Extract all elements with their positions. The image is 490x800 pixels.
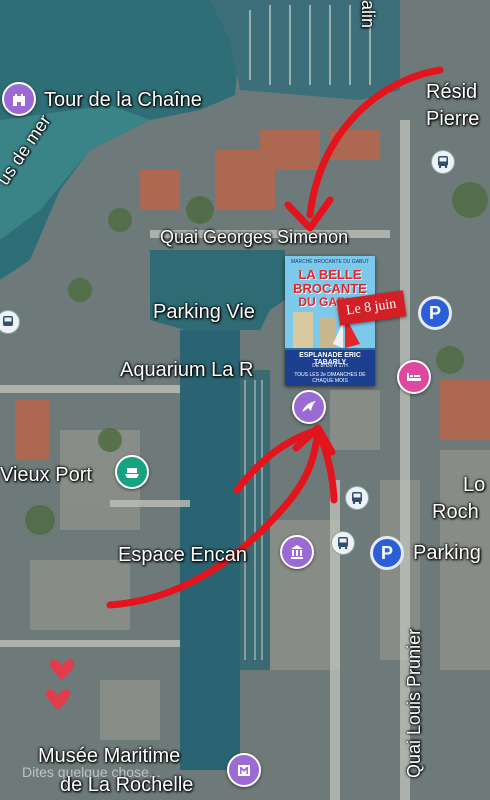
parking-icon: P [380, 542, 393, 563]
bottom-arrow-stroke-2 [233, 425, 338, 504]
parking-marker-partial[interactable]: P [418, 296, 452, 330]
label-parking-vieux: Parking Vie [153, 301, 255, 323]
bus-icon [338, 537, 348, 549]
poster-small-top: MARCHÉ BROCANTE DU GABUT [290, 259, 370, 265]
label-tour-de-la-chaine: Tour de la Chaîne [44, 89, 202, 111]
label-quai-georges-simenon: Quai Georges Simenon [160, 227, 349, 247]
label-vieux-port: Vieux Port [0, 464, 92, 486]
bus-stop-1[interactable] [431, 150, 455, 174]
poster-line1: LA BELLE [298, 267, 362, 282]
label-top-street: alin [358, 0, 378, 29]
poster-when: DE 8H30 À 17H [312, 363, 348, 369]
museum-icon [238, 765, 250, 776]
bus-stop-3[interactable] [345, 486, 369, 510]
hotel-bed-icon [407, 373, 421, 381]
poi-tour-de-la-chaine[interactable] [2, 82, 36, 116]
label-parking-right: Parking [413, 542, 481, 564]
poi-vieux-port[interactable] [115, 455, 149, 489]
label-lo-2: Roch [432, 501, 479, 523]
bus-stop-4[interactable] [331, 531, 355, 555]
castle-icon [13, 94, 25, 106]
label-lo-1: Lo [463, 474, 486, 496]
bus-icon [3, 316, 13, 326]
parking-icon: P [428, 302, 441, 323]
label-musee-1: Musée Maritime [38, 745, 181, 767]
bottom-arrow [106, 426, 322, 609]
satellite-map[interactable]: Tour de la Chaîne Résid Pierre us de mer… [0, 0, 490, 800]
label-espace-encan: Espace Encan [118, 544, 247, 566]
label-aquarium: Aquarium La R [120, 359, 254, 381]
comment-placeholder[interactable]: Dites quelque chose... [22, 764, 161, 780]
poi-musee-maritime[interactable] [227, 753, 261, 787]
ferry-icon [125, 468, 139, 478]
poster-line2: BROCANTE [293, 281, 367, 296]
poi-aquarium[interactable] [292, 390, 326, 424]
top-arrow [306, 66, 444, 219]
poi-espace-encan[interactable] [280, 535, 314, 569]
bus-icon [438, 156, 448, 168]
bus-icon [352, 492, 362, 504]
poi-hotel[interactable] [397, 360, 431, 394]
dolphin-icon [302, 401, 316, 412]
parking-marker[interactable]: P [370, 536, 404, 570]
label-residence-1: Résid [426, 81, 478, 103]
label-residence-2: Pierre [426, 108, 480, 130]
poster-when2: TOUS LES 2e DIMANCHES DE CHAQUE MOIS [294, 372, 366, 384]
label-quai-louis-prunier: Quai Louis Prunier [404, 628, 424, 778]
landmark-icon [291, 545, 303, 559]
